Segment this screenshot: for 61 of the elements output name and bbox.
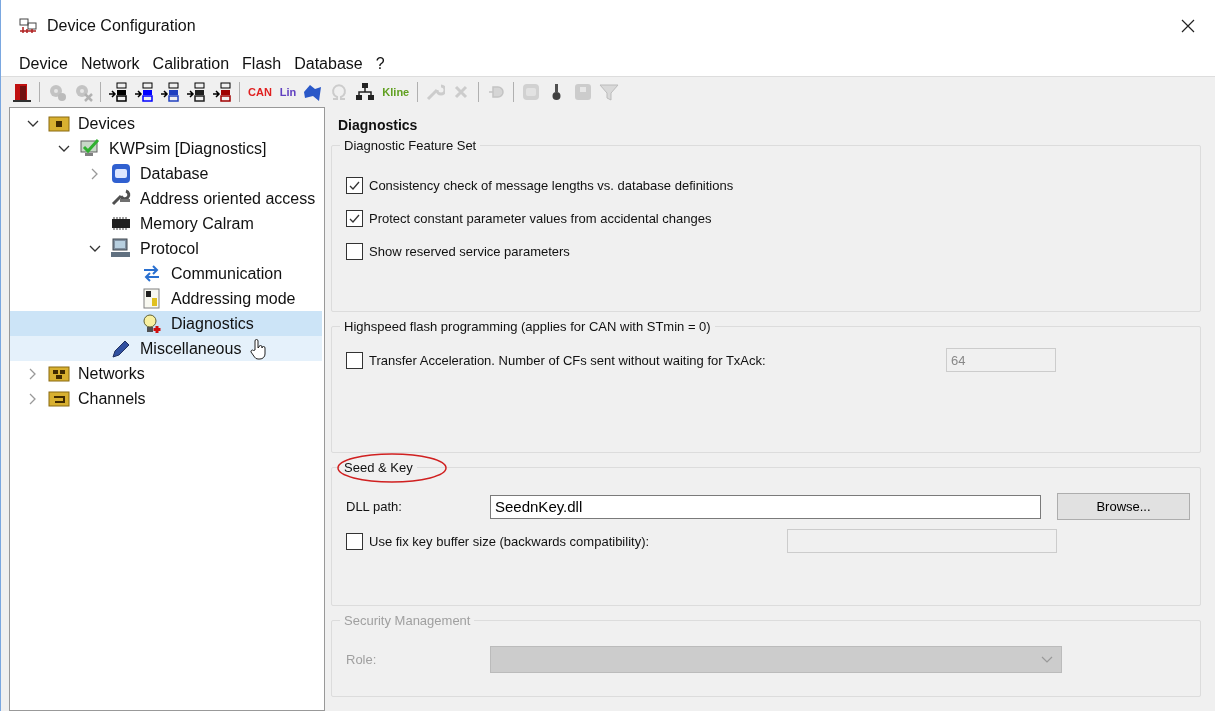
checkbox[interactable]: [346, 209, 363, 227]
checkbox-label: Consistency check of message lengths vs. database definitions: [369, 177, 734, 193]
menu-item[interactable]: Flash: [241, 55, 283, 73]
pen-icon: [110, 338, 132, 359]
tree-item[interactable]: Communication: [10, 261, 322, 286]
chevron-down-icon: [1041, 655, 1053, 664]
tree-item[interactable]: Protocol: [10, 236, 322, 261]
menu-item[interactable]: Device: [18, 55, 69, 73]
checkbox[interactable]: [346, 351, 363, 369]
toolbar-label-button[interactable]: CAN: [247, 86, 273, 98]
door-icon[interactable]: [12, 82, 32, 102]
panel-title: Diagnostics: [337, 117, 419, 133]
checkbox[interactable]: [346, 242, 363, 260]
menu-item[interactable]: Calibration: [151, 55, 231, 73]
tree-item[interactable]: Addressing mode: [10, 286, 322, 311]
menu-item[interactable]: Network: [79, 55, 141, 73]
folder-icon: [48, 363, 70, 384]
document-icon: [141, 288, 163, 309]
checkbox-label: Transfer Acceleration. Number of CFs sent without waiting for TxAck:: [369, 352, 766, 368]
checkbox-label: Show reserved service parameters: [369, 243, 570, 259]
hand-cursor-icon: [249, 337, 268, 360]
map-icon[interactable]: [303, 82, 324, 102]
window-title: Device Configuration: [47, 17, 197, 35]
checkbox[interactable]: [346, 532, 363, 550]
tree-item[interactable]: Memory Calram: [10, 211, 322, 236]
menu-item[interactable]: Database: [293, 55, 364, 73]
bulb-icon: [141, 313, 163, 334]
network-export-icon[interactable]: [134, 82, 154, 102]
checkbox-label: Protect constant parameter values from accidental changes: [369, 210, 712, 226]
monitor-icon: [79, 138, 101, 159]
network-export-icon[interactable]: [108, 82, 128, 102]
group-title: Security Management: [344, 613, 471, 628]
field-label: Role:: [346, 652, 378, 667]
field-label: DLL path:: [346, 499, 403, 514]
checkbox-label: Use fix key buffer size (backwards compatibility):: [369, 533, 650, 549]
network-export-icon[interactable]: [186, 82, 206, 102]
tree-item[interactable]: Networks: [10, 361, 322, 386]
input-field[interactable]: SeednKey.dll: [490, 494, 1041, 519]
group-title: Highspeed flash programming (applies for CAN with STmin = 0): [344, 319, 711, 334]
browse-button[interactable]: Browse...: [1057, 493, 1190, 520]
app-icon: [19, 18, 37, 34]
tree-item[interactable]: Database: [10, 161, 322, 186]
computer-icon: [110, 238, 132, 259]
tree-item[interactable]: KWPsim [Diagnostics]: [10, 136, 322, 161]
folder-icon: [48, 388, 70, 409]
tree-item[interactable]: Channels: [10, 386, 322, 411]
tree-item[interactable]: Miscellaneous: [10, 336, 322, 361]
tree-item[interactable]: Address oriented access: [10, 186, 322, 211]
group-title: Diagnostic Feature Set: [344, 138, 477, 153]
tree-item[interactable]: Diagnostics: [10, 311, 322, 336]
toolbar-label-button[interactable]: Lin: [278, 86, 298, 98]
close-icon: [1181, 19, 1195, 33]
group-title: Seed & Key: [344, 460, 413, 475]
network-export-icon[interactable]: [160, 82, 180, 102]
database-icon: [110, 163, 132, 184]
checkbox[interactable]: [346, 176, 363, 194]
network-icon[interactable]: [355, 82, 376, 102]
tree-item[interactable]: Devices: [10, 111, 322, 136]
network-export-icon[interactable]: [212, 82, 232, 102]
folder-icon: [48, 113, 70, 134]
menu-item[interactable]: ?: [374, 55, 386, 73]
